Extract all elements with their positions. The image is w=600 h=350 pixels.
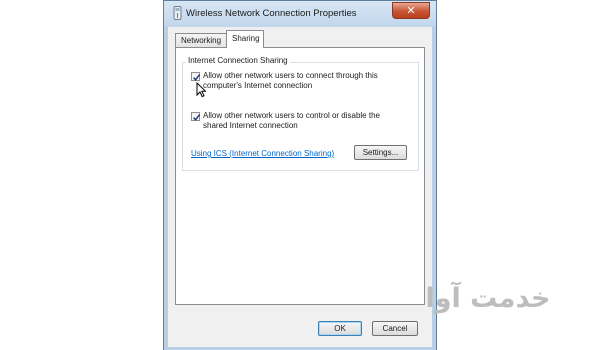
allow-connect-label: Allow other network users to connect thr… (203, 71, 378, 90)
group-title: Internet Connection Sharing (186, 56, 290, 65)
properties-dialog: Wireless Network Connection Properties ✕… (163, 0, 437, 350)
mouse-pointer-icon (196, 82, 206, 98)
internet-connection-sharing-group: Internet Connection Sharing Allow other … (182, 56, 419, 171)
sharing-tab-panel: Internet Connection Sharing Allow other … (175, 47, 425, 305)
cancel-button[interactable]: Cancel (372, 321, 418, 336)
watermark-text: خدمت آوا (425, 281, 550, 314)
allow-control-label: Allow other network users to control or … (203, 111, 380, 130)
close-button[interactable]: ✕ (392, 2, 430, 19)
checkmark-icon (193, 74, 201, 81)
tab-sharing[interactable]: Sharing (226, 30, 264, 48)
settings-button[interactable]: Settings... (354, 145, 407, 160)
watermark-logo: خدمت آوا (425, 281, 550, 314)
close-icon: ✕ (406, 5, 416, 17)
dialog-client-area: Networking Sharing Internet Connection S… (168, 27, 432, 347)
network-adapter-icon (173, 6, 182, 20)
allow-control-checkbox[interactable] (191, 112, 201, 121)
ok-button[interactable]: OK (318, 321, 362, 336)
tab-networking[interactable]: Networking (175, 33, 227, 48)
ics-help-link[interactable]: Using ICS (Internet Connection Sharing) (191, 149, 334, 158)
title-bar[interactable]: Wireless Network Connection Properties ✕ (164, 1, 436, 27)
window-title: Wireless Network Connection Properties (186, 8, 357, 19)
checkmark-icon (193, 114, 201, 121)
allow-connect-checkbox[interactable] (191, 72, 201, 81)
